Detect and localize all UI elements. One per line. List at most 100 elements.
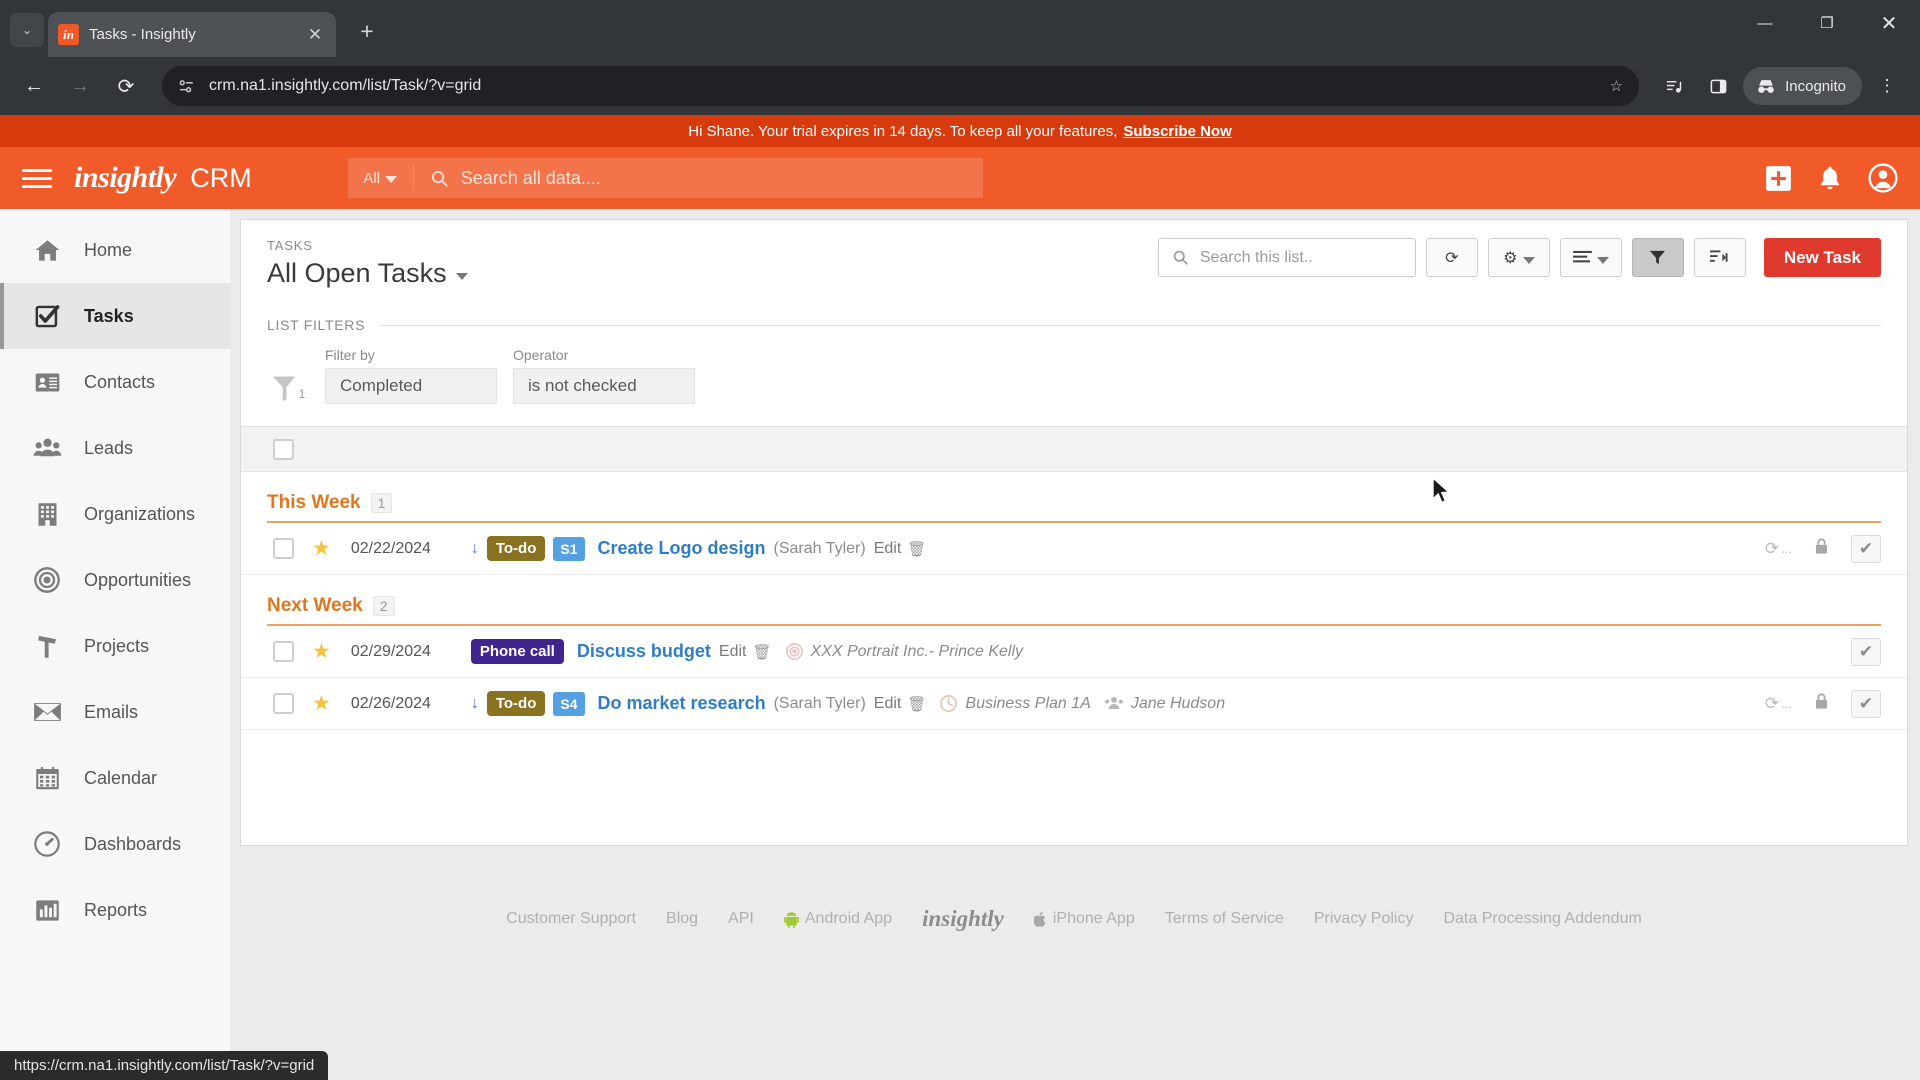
task-title-link[interactable]: Do market research (598, 693, 766, 714)
new-task-button[interactable]: New Task (1763, 238, 1881, 277)
footer-link-customer-support[interactable]: Customer Support (506, 910, 636, 928)
star-icon[interactable]: ★ (312, 536, 331, 561)
delete-icon[interactable]: 🗑 (907, 540, 926, 558)
edit-link[interactable]: Edit (874, 540, 902, 558)
home-icon (30, 233, 64, 267)
sidebar-item-calendar[interactable]: Calendar (0, 745, 230, 811)
task-date: 02/26/2024 (350, 694, 431, 712)
edit-link[interactable]: Edit (719, 643, 747, 661)
app-header: insightly CRM All Search all data.... (0, 147, 1920, 209)
task-stage-badge: S4 (553, 691, 585, 716)
divider (379, 324, 1881, 326)
sidebar-item-dashboards[interactable]: Dashboards (0, 811, 230, 877)
back-icon[interactable]: ← (14, 66, 54, 106)
account-avatar-icon[interactable] (1868, 163, 1898, 193)
footer-android-label: Android App (804, 910, 893, 927)
view-options-button[interactable] (1559, 238, 1622, 277)
maximize-icon[interactable]: ❐ (1796, 0, 1858, 46)
sidebar-item-reports[interactable]: Reports (0, 877, 230, 943)
sidebar-item-opportunities[interactable]: Opportunities (0, 547, 230, 613)
settings-dropdown-button[interactable]: ⚙ (1487, 238, 1550, 277)
sidebar-item-organizations[interactable]: Organizations (0, 481, 230, 547)
list-view-selector[interactable]: All Open Tasks (267, 258, 468, 289)
row-checkbox[interactable] (273, 693, 294, 714)
lock-icon[interactable] (1814, 692, 1829, 715)
operator-label: Operator (513, 347, 569, 363)
sidebar-label: Tasks (84, 305, 134, 326)
footer-link-blog[interactable]: Blog (666, 910, 698, 928)
sidebar-item-contacts[interactable]: Contacts (0, 349, 230, 415)
search-scope-dropdown[interactable]: All (348, 166, 414, 190)
add-record-icon[interactable] (1765, 165, 1792, 192)
tab-search-button[interactable]: ⌄ (10, 13, 44, 47)
star-icon[interactable]: ★ (312, 691, 331, 716)
search-icon (1173, 250, 1188, 265)
global-search-input[interactable]: Search all data.... (414, 168, 983, 189)
sidebar-label: Calendar (84, 767, 158, 788)
sidebar-item-tasks[interactable]: Tasks (0, 283, 230, 349)
complete-task-button[interactable]: ✔ (1851, 534, 1881, 563)
select-all-checkbox[interactable] (273, 438, 294, 460)
recurring-icon[interactable]: ⟳... (1765, 539, 1792, 559)
related-record-link[interactable]: Business Plan 1A (965, 695, 1090, 713)
insightly-logo[interactable]: insightly (74, 161, 177, 195)
reload-icon[interactable]: ⟳ (106, 66, 146, 106)
table-row[interactable]: ★ 02/22/2024 ↓ To-do S1 Create Logo desi… (241, 523, 1907, 575)
footer-link-privacy[interactable]: Privacy Policy (1314, 910, 1414, 928)
task-title-link[interactable]: Discuss budget (577, 641, 711, 662)
incognito-indicator[interactable]: Incognito (1743, 67, 1862, 105)
notifications-bell-icon[interactable] (1818, 165, 1842, 191)
task-title-link[interactable]: Create Logo design (598, 538, 766, 559)
star-icon[interactable]: ★ (312, 639, 331, 664)
sidebar-item-projects[interactable]: Projects (0, 613, 230, 679)
footer-link-api[interactable]: API (728, 910, 754, 928)
footer-link-terms[interactable]: Terms of Service (1165, 910, 1284, 928)
filter-by-input[interactable]: Completed (325, 368, 497, 404)
footer-link-iphone-app[interactable]: iPhone App (1033, 910, 1135, 928)
assignee-link[interactable]: Jane Hudson (1131, 695, 1225, 713)
row-checkbox[interactable] (273, 641, 294, 662)
sidebar-item-emails[interactable]: Emails (0, 679, 230, 745)
browser-tab[interactable]: in Tasks - Insightly ✕ (48, 12, 336, 57)
subscribe-now-link[interactable]: Subscribe Now (1123, 123, 1231, 140)
address-bar[interactable]: crm.na1.insightly.com/list/Task/?v=grid … (162, 66, 1640, 106)
global-search[interactable]: All Search all data.... (347, 158, 983, 198)
related-record-link[interactable]: XXX Portrait Inc.- Prince Kelly (811, 643, 1024, 661)
delete-icon[interactable]: 🗑 (907, 695, 926, 713)
footer-link-dpa[interactable]: Data Processing Addendum (1443, 910, 1641, 928)
complete-task-button[interactable]: ✔ (1851, 689, 1881, 718)
operator-input[interactable]: is not checked (513, 368, 695, 404)
recurring-icon[interactable]: ⟳... (1765, 694, 1792, 714)
bookmark-star-icon[interactable]: ☆ (1610, 77, 1623, 95)
task-owner: (Sarah Tyler) (773, 694, 866, 712)
refresh-button[interactable]: ⟳ (1425, 238, 1478, 277)
table-row[interactable]: ★ 02/29/2024 Phone call Discuss budget E… (241, 626, 1907, 678)
delete-icon[interactable]: 🗑 (752, 643, 771, 661)
browser-menu-icon[interactable]: ⋮ (1868, 67, 1906, 105)
filter-icon (1650, 250, 1666, 265)
close-window-icon[interactable]: ✕ (1858, 0, 1920, 46)
lock-icon[interactable] (1814, 537, 1829, 560)
edit-link[interactable]: Edit (874, 695, 902, 713)
sidebar-item-leads[interactable]: Leads (0, 415, 230, 481)
trial-banner: Hi Shane. Your trial expires in 14 days.… (0, 115, 1920, 147)
sidebar-nav: Home Tasks Contacts Leads Organizations … (0, 209, 230, 1080)
media-control-icon[interactable] (1655, 67, 1693, 105)
page-info-icon[interactable] (178, 78, 195, 95)
complete-task-button[interactable]: ✔ (1851, 637, 1881, 666)
sidebar-item-home[interactable]: Home (0, 217, 230, 283)
leads-icon (30, 431, 64, 465)
row-checkbox[interactable] (273, 538, 294, 559)
filter-button[interactable] (1631, 238, 1684, 277)
task-list-card: TASKS All Open Tasks Search this list.. … (240, 219, 1908, 846)
menu-toggle-icon[interactable] (22, 168, 52, 188)
list-search-input[interactable]: Search this list.. (1157, 238, 1416, 277)
new-tab-icon[interactable]: + (352, 18, 382, 45)
forward-icon[interactable]: → (60, 66, 100, 106)
table-row[interactable]: ★ 02/26/2024 ↓ To-do S4 Do market resear… (241, 678, 1907, 730)
minimize-icon[interactable]: — (1734, 0, 1796, 46)
footer-link-android-app[interactable]: Android App (783, 910, 893, 928)
side-panel-icon[interactable] (1699, 67, 1737, 105)
close-tab-icon[interactable]: ✕ (304, 25, 326, 45)
sort-button[interactable] (1693, 238, 1746, 277)
